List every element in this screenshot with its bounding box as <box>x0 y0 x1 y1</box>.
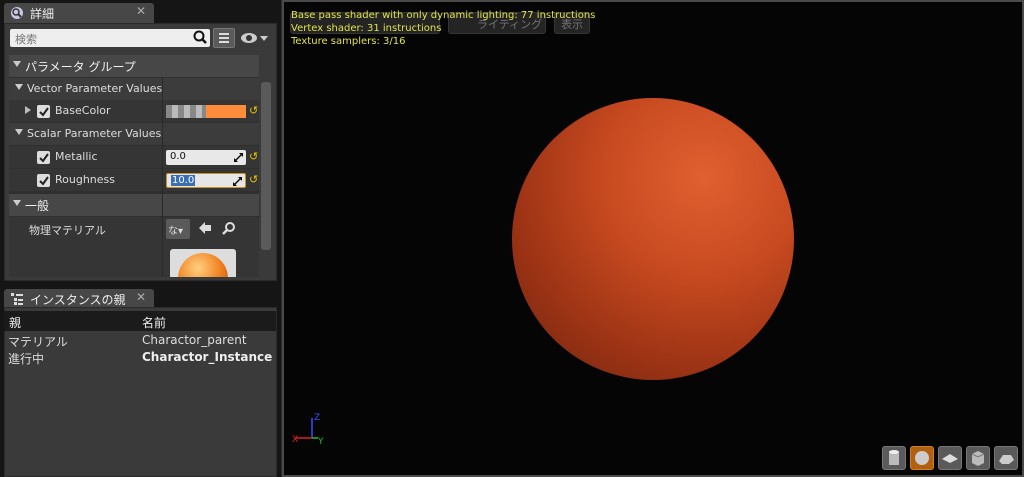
reset-icon[interactable]: ↺ <box>249 150 258 163</box>
cube-icon <box>971 451 985 466</box>
color-swatch[interactable] <box>206 105 246 118</box>
details-icon <box>10 6 24 20</box>
col-parent: 親 <box>9 316 22 330</box>
param-group-label: パラメータ グループ <box>25 60 136 74</box>
tab-details[interactable]: 詳細 ✕ <box>4 3 154 23</box>
visibility-button[interactable] <box>239 29 269 47</box>
roughness-value: 10.0 <box>171 175 196 186</box>
row-name: Charactor_parent <box>142 333 247 347</box>
tab-instance-label: インスタンスの親 <box>30 293 126 307</box>
metallic-input[interactable]: 0.0 <box>166 150 246 165</box>
stat-base-pass: Base pass shader with only dynamic light… <box>291 10 596 21</box>
table-row[interactable]: 進行中 Charactor_Instance <box>4 350 276 367</box>
stat-vertex-shader: Vertex shader: 31 instructions <box>291 23 442 34</box>
general-label: 一般 <box>25 199 50 213</box>
roughness-input[interactable]: 10.0 <box>166 173 246 188</box>
search-icon[interactable] <box>193 30 208 45</box>
teapot-icon <box>999 455 1014 464</box>
basecolor-checkbox[interactable] <box>37 105 50 118</box>
col-name: 名前 <box>142 316 167 330</box>
material-preview-sphere[interactable] <box>512 98 794 380</box>
row-parent: マテリアル <box>8 335 68 349</box>
metallic-value: 0.0 <box>170 151 186 162</box>
svg-text:Z: Z <box>314 413 320 423</box>
close-icon[interactable]: ✕ <box>136 4 146 18</box>
left-panel: 詳細 ✕ 検索 パラメータ グループ Vector Parameter Valu… <box>0 0 281 477</box>
roughness-checkbox[interactable] <box>37 174 50 187</box>
details-panel: 検索 パラメータ グループ Vector Parameter Values Ba… <box>4 23 277 281</box>
alpha-swatch[interactable] <box>166 105 206 118</box>
sphere-preview-button[interactable] <box>910 446 934 470</box>
svg-text:Y: Y <box>317 437 324 447</box>
axis-gizmo: Z X Y <box>292 413 324 447</box>
phys-material-row: 物理マテリアル な▾ <box>9 217 259 277</box>
tab-details-label: 詳細 <box>30 7 55 21</box>
drag-icon <box>233 177 242 186</box>
dropdown-label: な <box>168 226 178 237</box>
table-row[interactable]: マテリアル Charactor_parent <box>4 333 276 350</box>
scalar-section-header[interactable]: Scalar Parameter Values <box>9 123 259 145</box>
reset-icon[interactable]: ↺ <box>249 104 258 117</box>
scalar-section-label: Scalar Parameter Values <box>27 127 162 140</box>
basecolor-row: BaseColor ↺ <box>9 100 259 122</box>
roughness-label: Roughness <box>55 173 116 186</box>
svg-text:X: X <box>292 435 298 445</box>
details-tree: パラメータ グループ Vector Parameter Values BaseC… <box>9 55 259 277</box>
details-scrollbar[interactable] <box>261 82 271 250</box>
vector-section-header[interactable]: Vector Parameter Values <box>9 78 259 100</box>
hierarchy-icon <box>10 292 24 306</box>
drag-icon <box>234 153 243 162</box>
list-icon <box>219 33 229 43</box>
cube-preview-button[interactable] <box>966 446 990 470</box>
search-placeholder: 検索 <box>15 33 37 46</box>
close-icon[interactable]: ✕ <box>136 290 146 304</box>
search-input[interactable]: 検索 <box>10 29 210 47</box>
plane-preview-button[interactable] <box>938 446 962 470</box>
arrow-left-icon[interactable] <box>198 221 212 238</box>
details-tabbar: 詳細 ✕ <box>0 0 281 23</box>
cylinder-preview-button[interactable] <box>882 446 906 470</box>
metallic-row: Metallic 0.0 ↺ <box>9 146 259 168</box>
viewport[interactable]: ライティング 表示 Base pass shader with only dyn… <box>282 0 1024 477</box>
phys-material-label: 物理マテリアル <box>29 224 106 237</box>
cylinder-icon <box>889 450 899 465</box>
instance-table-header: 親 名前 <box>4 311 276 331</box>
instance-tabbar: インスタンスの親 ✕ <box>0 286 281 309</box>
vector-section-label: Vector Parameter Values <box>27 82 163 95</box>
stat-texture-samplers: Texture samplers: 3/16 <box>291 36 406 47</box>
reset-icon[interactable]: ↺ <box>249 173 258 186</box>
metallic-checkbox[interactable] <box>37 151 50 164</box>
view-options-button[interactable] <box>213 28 235 48</box>
sphere-icon <box>915 451 929 465</box>
mesh-preview-button[interactable] <box>994 446 1018 470</box>
browse-search-icon[interactable] <box>222 221 236 238</box>
param-group-header[interactable]: パラメータ グループ <box>9 55 259 77</box>
expand-icon[interactable] <box>25 106 31 114</box>
tab-instance-parent[interactable]: インスタンスの親 ✕ <box>4 289 154 309</box>
basecolor-label: BaseColor <box>55 104 111 117</box>
eye-icon <box>241 33 268 43</box>
row-name: Charactor_Instance <box>142 350 273 364</box>
row-parent: 進行中 <box>8 352 45 366</box>
plane-icon <box>942 454 958 463</box>
material-thumbnail[interactable] <box>170 249 236 277</box>
phys-material-dropdown[interactable]: な▾ <box>166 219 190 239</box>
metallic-label: Metallic <box>55 150 98 163</box>
roughness-row: Roughness 10.0 ↺ <box>9 169 259 191</box>
general-header[interactable]: 一般 <box>9 194 259 216</box>
